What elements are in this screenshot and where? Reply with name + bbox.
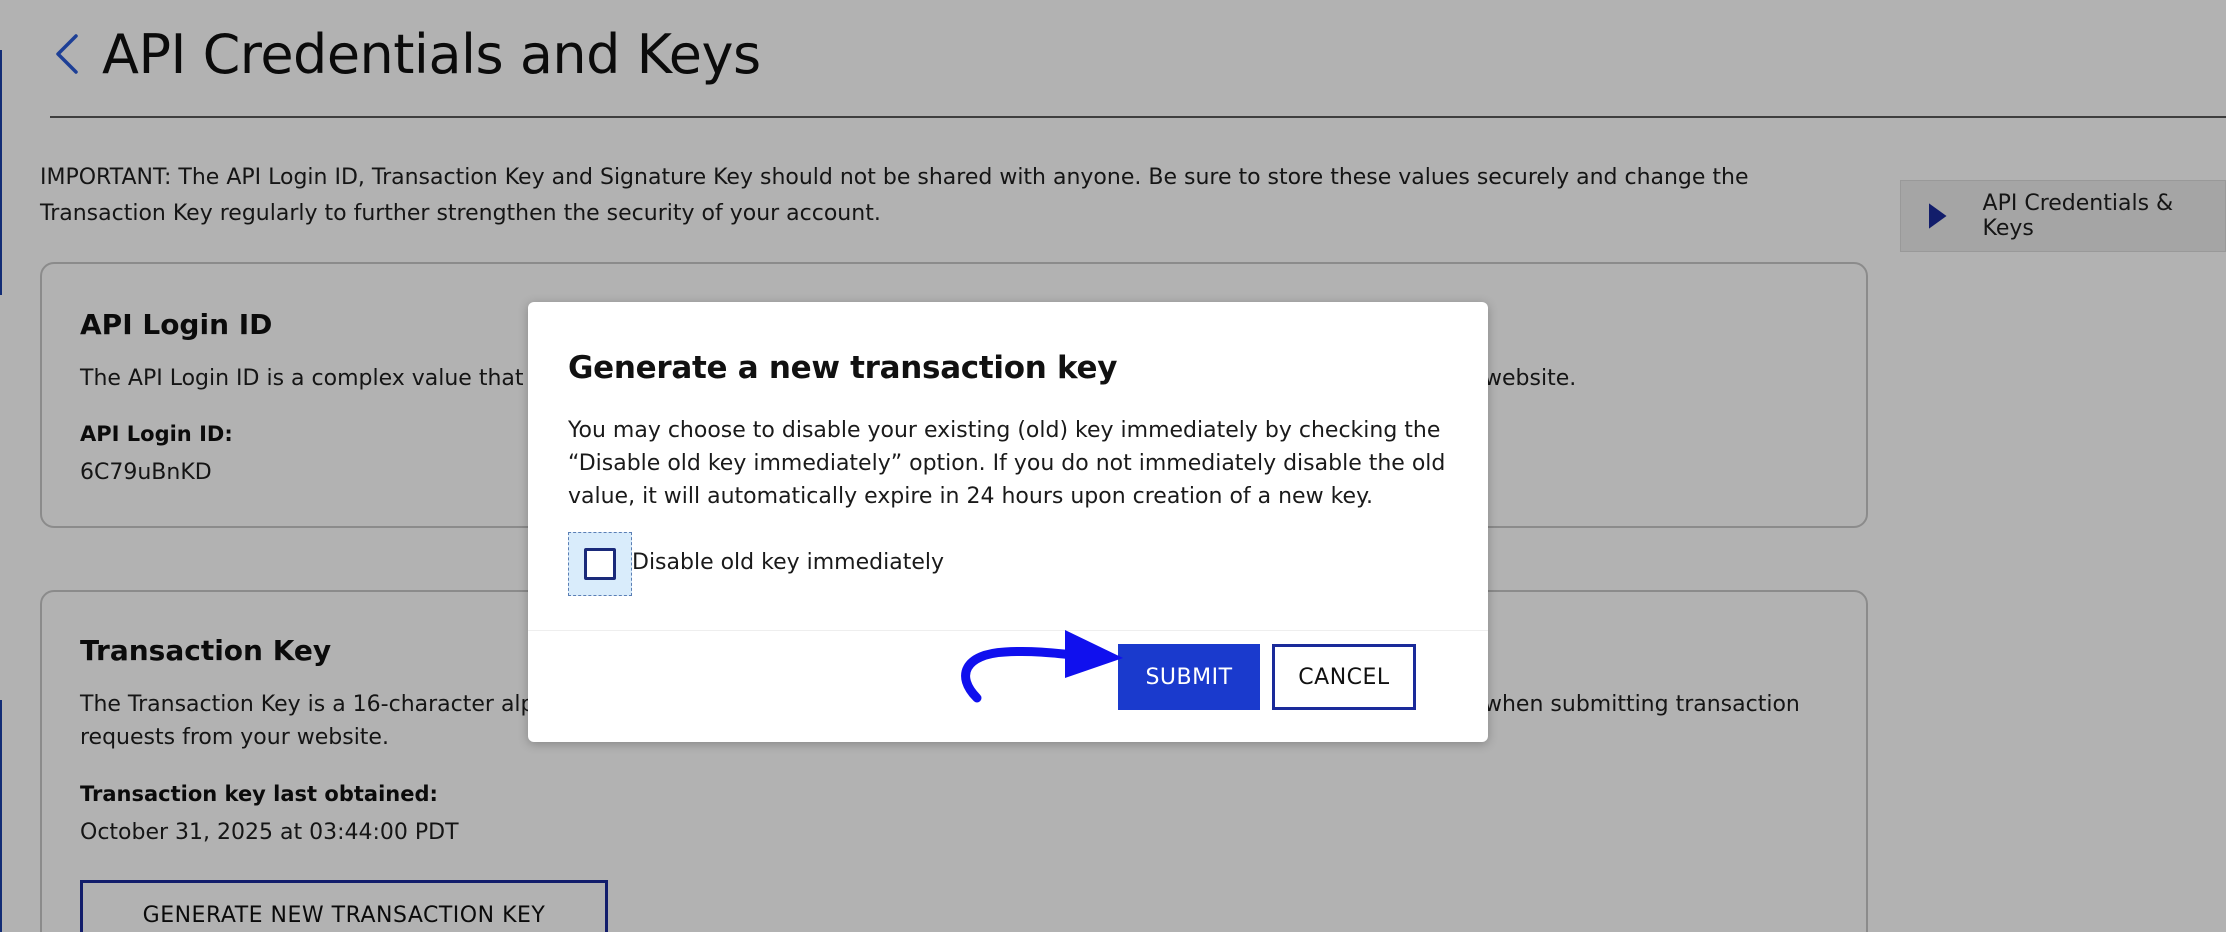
- disable-old-key-label[interactable]: Disable old key immediately: [632, 550, 944, 575]
- dialog-body: You may choose to disable your existing …: [568, 418, 1446, 509]
- submit-button[interactable]: SUBMIT: [1118, 644, 1260, 710]
- checkbox-box: [584, 548, 616, 580]
- dialog-title: Generate a new transaction key: [568, 350, 1118, 386]
- curved-arrow-icon: [961, 630, 1123, 703]
- cancel-button[interactable]: CANCEL: [1272, 644, 1416, 710]
- disable-old-key-checkbox[interactable]: [568, 532, 632, 596]
